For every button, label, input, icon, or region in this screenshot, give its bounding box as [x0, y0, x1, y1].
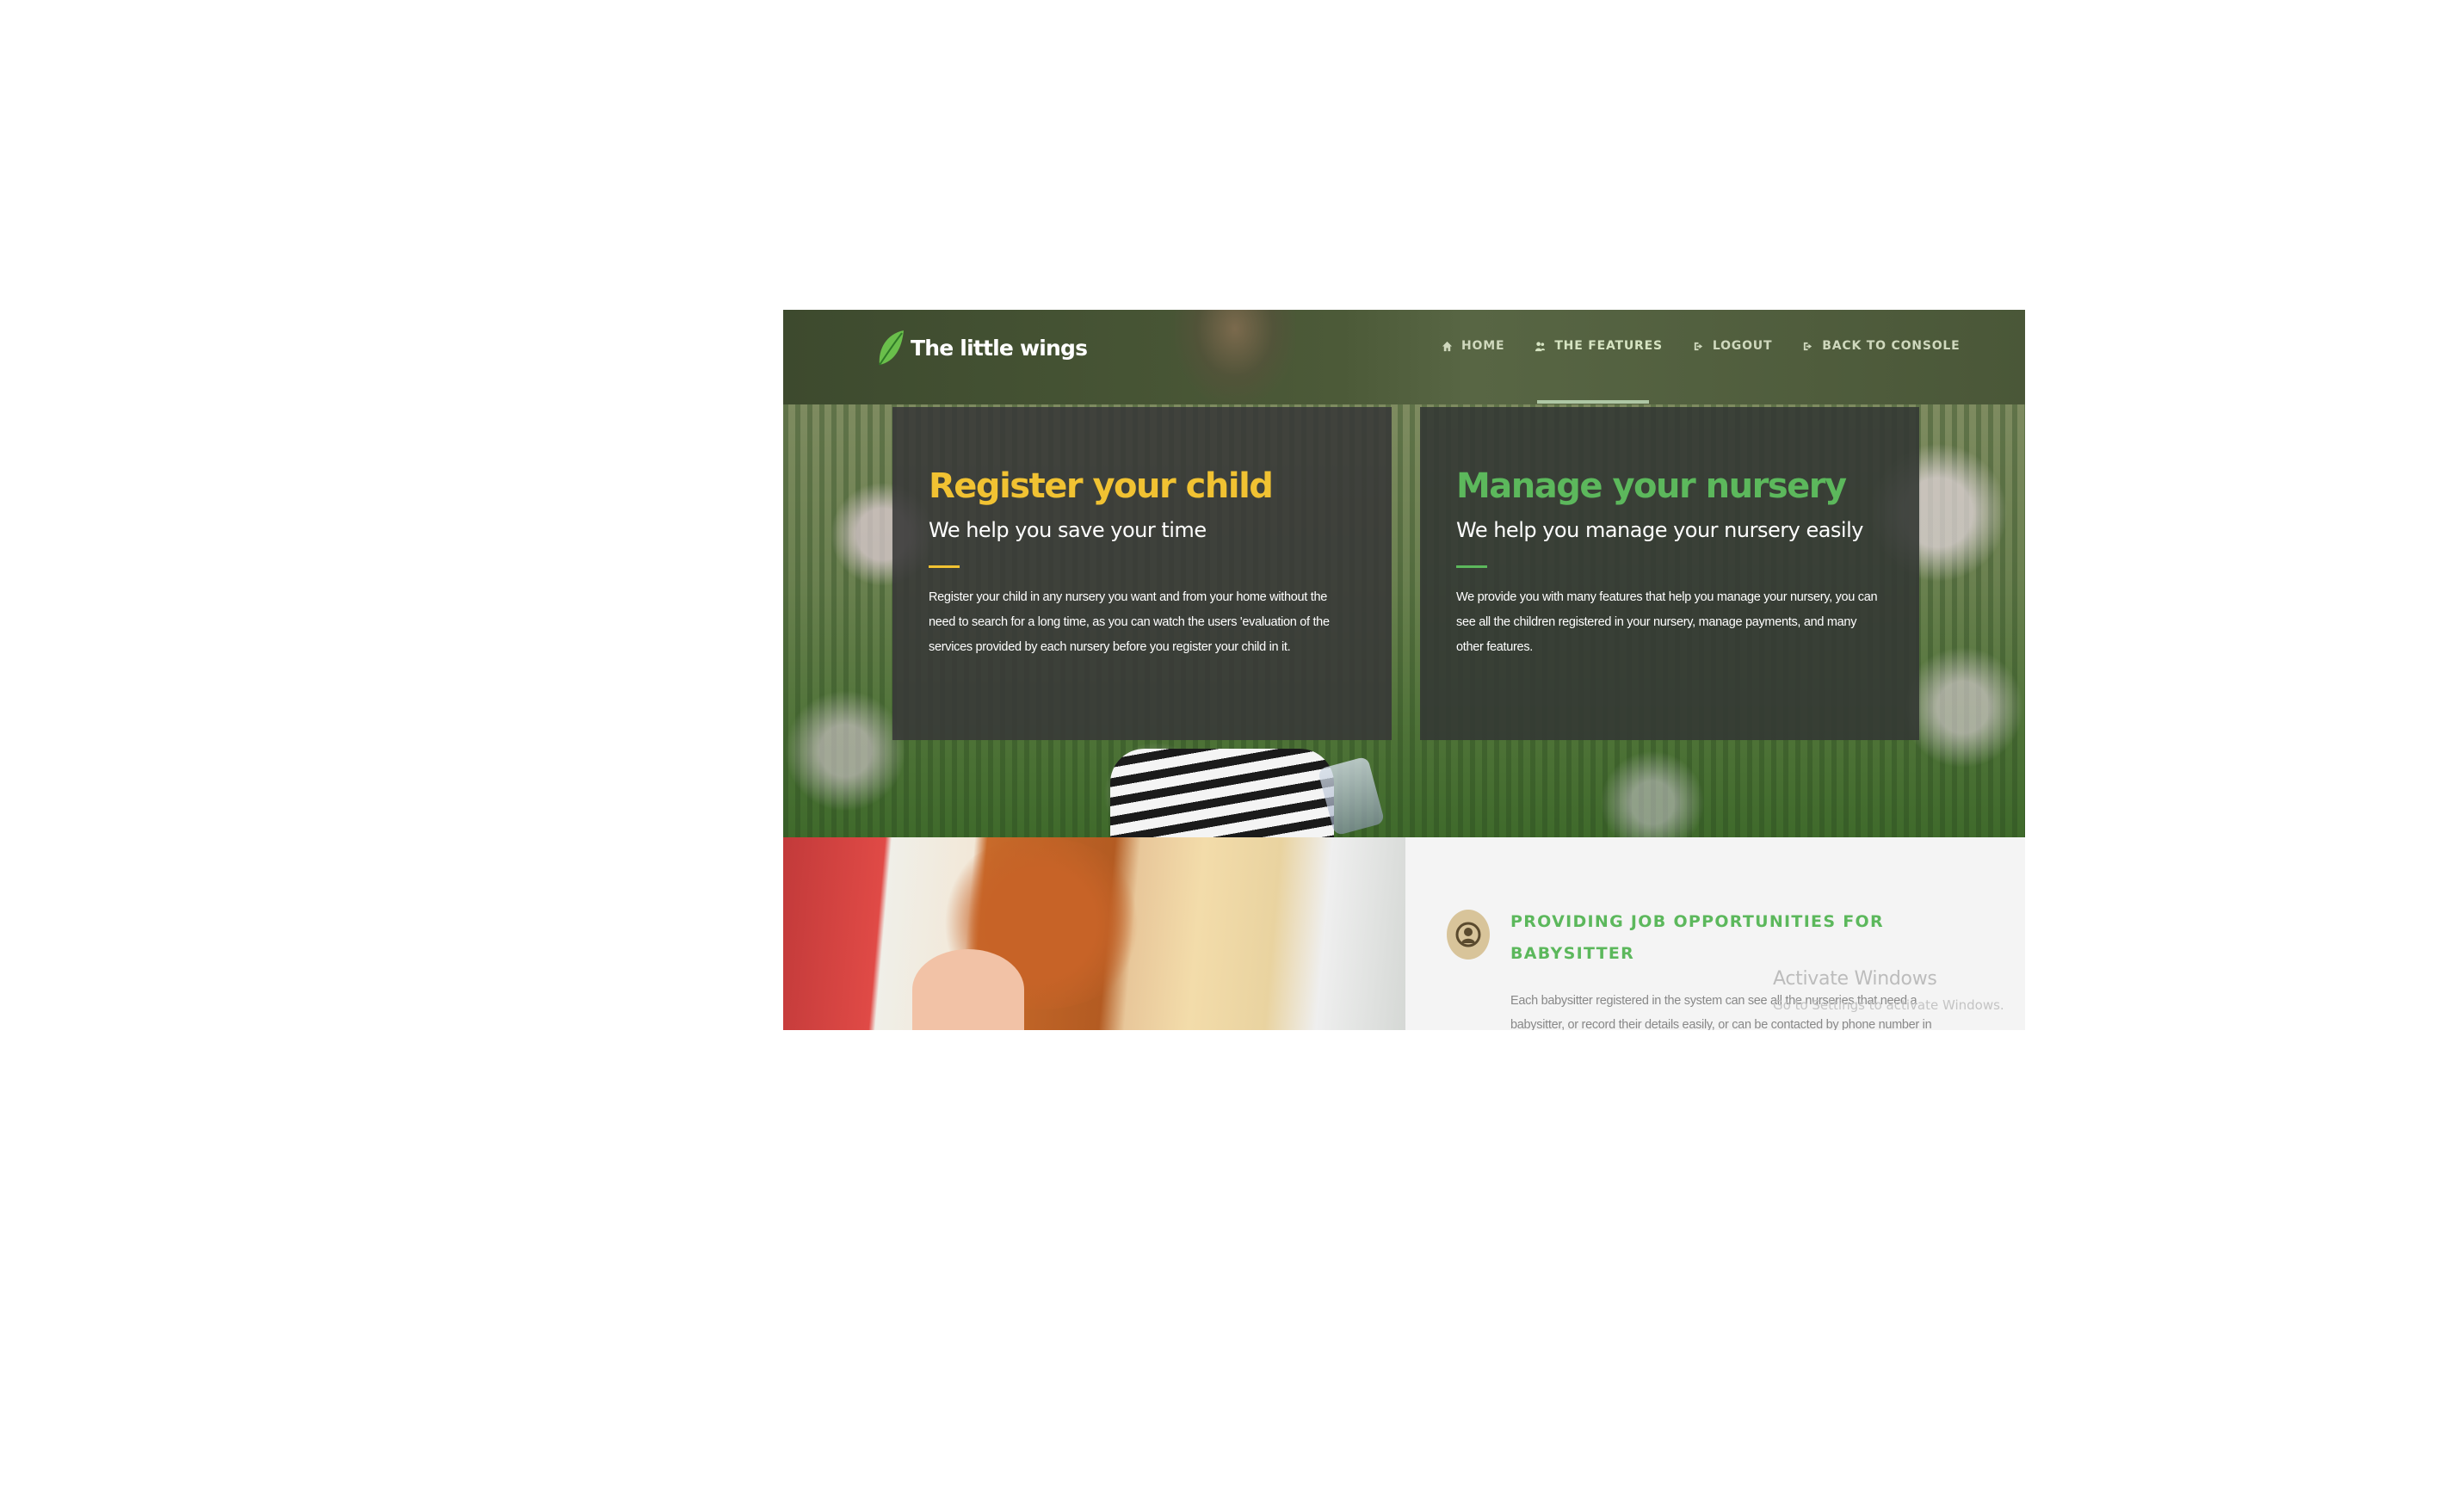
card-title: Register your child: [929, 466, 1274, 506]
hero-photo-detail: [1110, 749, 1334, 837]
manage-nursery-card: Manage your nursery We help you manage y…: [1420, 407, 1919, 740]
nav-features-label: THE FEATURES: [1554, 339, 1663, 353]
register-child-card: Register your child We help you save you…: [892, 407, 1392, 740]
activate-windows-subtitle: Go to Settings to activate Windows.: [1773, 997, 2004, 1013]
website-frame: The little wings HOME THE FEATURES LOGOU…: [783, 310, 2025, 1030]
site-logo[interactable]: The little wings: [876, 327, 1088, 368]
photo-detail: [912, 949, 1024, 1030]
activate-windows-title: Activate Windows: [1773, 968, 1937, 990]
nav-logout-label: LOGOUT: [1712, 339, 1773, 353]
main-nav: HOME THE FEATURES LOGOUT BACK TO CONSOLE: [1442, 337, 1991, 355]
card-title: Manage your nursery: [1456, 466, 1847, 506]
nav-back-to-console[interactable]: BACK TO CONSOLE: [1802, 337, 1960, 355]
logout-icon: [1804, 342, 1812, 350]
nav-home-label: HOME: [1461, 339, 1505, 353]
hero-section: Register your child We help you save you…: [783, 404, 2025, 837]
site-header: The little wings HOME THE FEATURES LOGOU…: [783, 310, 2025, 404]
card-divider: [929, 565, 960, 568]
header-background-photo: [1175, 310, 1295, 404]
users-icon: [1535, 341, 1546, 351]
nav-logout[interactable]: LOGOUT: [1693, 337, 1772, 355]
home-icon: [1442, 341, 1453, 351]
feature-title: PROVIDING JOB OPPORTUNITIES FOR BABYSITT…: [1510, 912, 1884, 963]
nav-home[interactable]: HOME: [1442, 337, 1504, 355]
nav-back-to-console-label: BACK TO CONSOLE: [1822, 339, 1961, 353]
family-photo: [783, 837, 1405, 1030]
card-subtitle: We help you manage your nursery easily: [1456, 518, 1863, 542]
card-description: Register your child in any nursery you w…: [929, 590, 1330, 654]
card-description: We provide you with many features that h…: [1456, 590, 1878, 654]
babysitter-feature-section: PROVIDING JOB OPPORTUNITIES FOR BABYSITT…: [1405, 837, 2025, 1030]
nav-features[interactable]: THE FEATURES: [1535, 337, 1663, 355]
card-divider: [1456, 565, 1487, 568]
active-nav-indicator: [1537, 400, 1649, 404]
logout-icon: [1694, 342, 1703, 350]
brand-name: The little wings: [911, 335, 1088, 361]
babysitter-icon: [1447, 910, 1490, 960]
card-subtitle: We help you save your time: [929, 518, 1207, 542]
leaf-icon: [879, 330, 904, 366]
